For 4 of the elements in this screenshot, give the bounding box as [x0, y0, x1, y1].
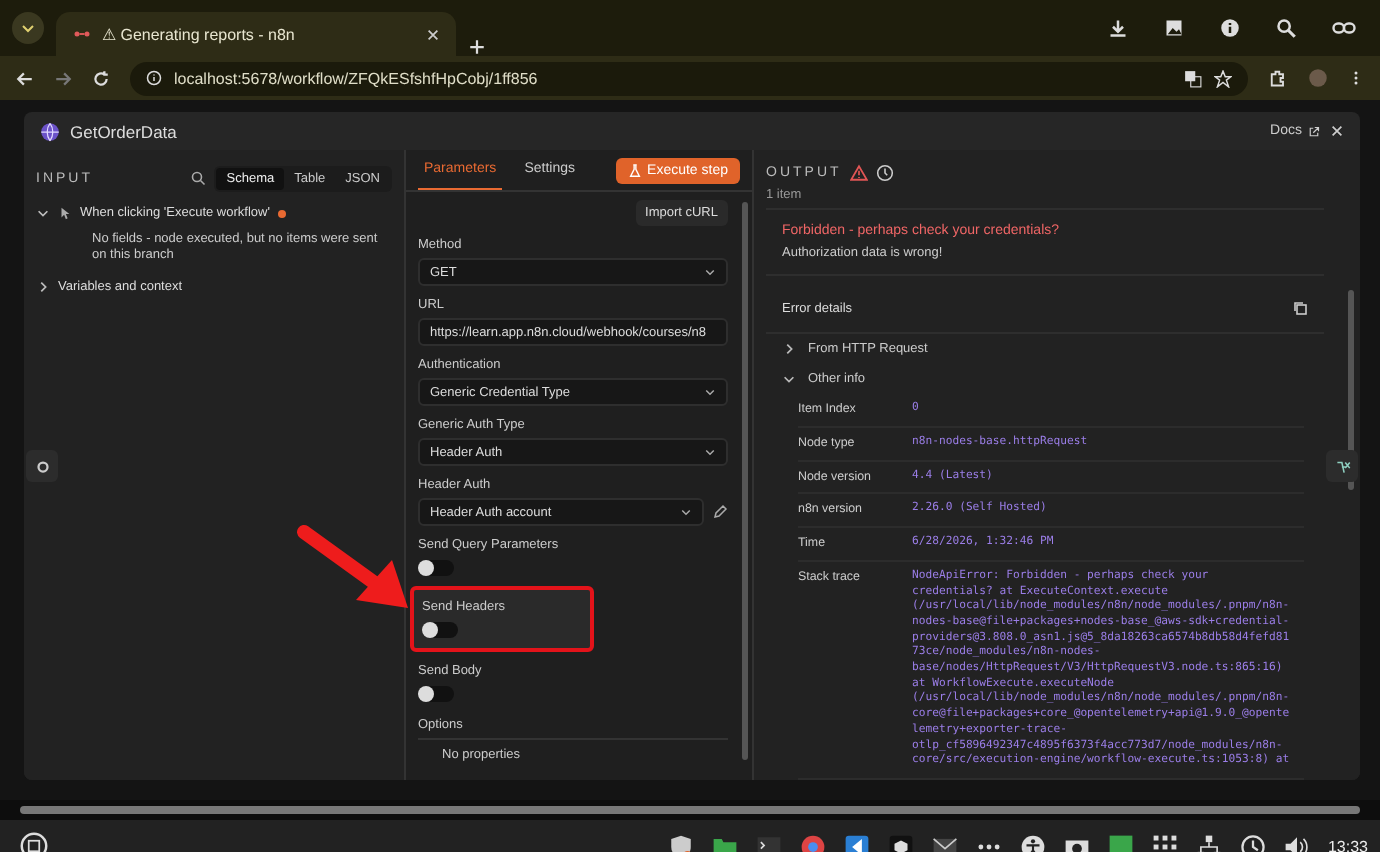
node-title: GetOrderData [70, 121, 177, 141]
clock: 13:33 [1327, 837, 1368, 852]
browser-tab[interactable]: ⚠ Generating reports - n8n [56, 12, 456, 56]
address-bar[interactable]: localhost:5678/workflow/ZFQkESfshfHpCobj/1ff856 [130, 61, 1248, 95]
